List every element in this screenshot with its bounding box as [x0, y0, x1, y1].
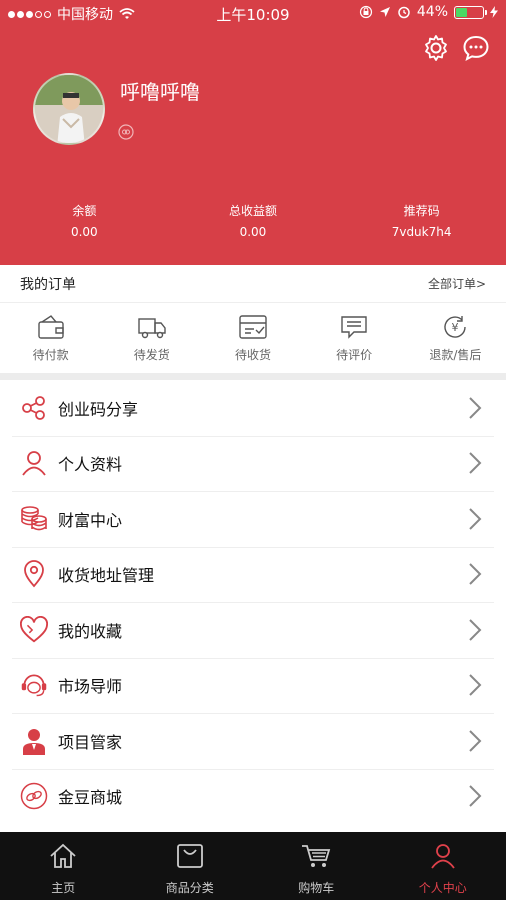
- chevron-right-icon: [469, 730, 482, 752]
- battery-icon: [454, 5, 487, 19]
- chevron-right-icon: [469, 563, 482, 585]
- location-arrow-icon: [379, 7, 390, 17]
- chevron-right-icon: [469, 619, 482, 641]
- stat-total-income[interactable]: 总收益额 0.00: [169, 202, 338, 239]
- status-bar: 中国移动 上午10:09 44%: [0, 0, 506, 26]
- stat-label: 总收益额: [228, 204, 277, 218]
- svg-text:¥: ¥: [452, 321, 459, 334]
- settings-gear-icon[interactable]: [422, 34, 450, 62]
- menu-item-label: 市场导师: [58, 677, 123, 697]
- orders-section: 我的订单 全部订单> 待付款 待发货 待收货 待评价 ¥ 退款/售后: [0, 265, 506, 373]
- all-orders-link[interactable]: 全部订单>: [428, 275, 486, 292]
- menu-item-favorites[interactable]: 我的收藏: [0, 602, 506, 658]
- order-item-label: 待发货: [133, 347, 170, 362]
- order-refund[interactable]: ¥ 退款/售后: [405, 303, 506, 373]
- chevron-right-icon: [469, 508, 482, 530]
- member-badge-icon: [118, 124, 134, 140]
- beans-icon: [20, 783, 48, 810]
- profile-header: 呼噜呼噜 余额 0.00 总收益额 0.00 推荐码 7vduk7h4: [0, 26, 506, 265]
- stat-value: 0.00: [239, 225, 267, 239]
- order-item-label: 退款/售后: [429, 347, 482, 362]
- stats-row: 余额 0.00 总收益额 0.00 推荐码 7vduk7h4: [0, 202, 506, 239]
- user-icon: [22, 451, 46, 476]
- status-icons: 44%: [359, 4, 498, 20]
- comment-icon: [341, 315, 367, 339]
- refund-icon: ¥: [444, 315, 467, 338]
- home-icon: [50, 843, 76, 868]
- username: 呼噜呼噜: [120, 80, 200, 104]
- tab-categories[interactable]: 商品分类: [127, 832, 254, 900]
- inbox-icon: [239, 314, 267, 339]
- order-pending-payment[interactable]: 待付款: [0, 303, 101, 373]
- stat-value: 0.00: [70, 225, 98, 239]
- wallet-icon: [37, 314, 64, 339]
- menu-item-label: 金豆商城: [58, 788, 123, 808]
- tab-cart[interactable]: 购物车: [253, 832, 380, 900]
- menu-list: 创业码分享 个人资料 财富中心 收货地址管理 我的收藏 市场导师 项目管家 金豆…: [0, 380, 506, 832]
- menu-item-label: 创业码分享: [58, 399, 139, 419]
- order-pending-review[interactable]: 待评价: [304, 303, 405, 373]
- menu-item-label: 项目管家: [58, 732, 123, 752]
- stat-label: 推荐码: [403, 204, 440, 218]
- headset-icon: [21, 674, 47, 697]
- chevron-right-icon: [469, 397, 482, 419]
- order-item-label: 待评价: [336, 347, 373, 362]
- menu-item-address[interactable]: 收货地址管理: [0, 546, 506, 603]
- stat-referral-code[interactable]: 推荐码 7vduk7h4: [337, 202, 506, 239]
- location-icon: [24, 560, 44, 588]
- stat-balance[interactable]: 余额 0.00: [0, 202, 169, 239]
- chevron-right-icon: [469, 674, 482, 696]
- menu-item-share[interactable]: 创业码分享: [0, 380, 506, 436]
- menu-item-label: 个人资料: [58, 455, 123, 475]
- menu-item-project-manager[interactable]: 项目管家: [0, 713, 506, 769]
- order-pending-shipment[interactable]: 待发货: [101, 303, 202, 373]
- stat-label: 余额: [72, 204, 97, 218]
- tab-label: 购物车: [298, 881, 335, 895]
- charging-icon: [490, 6, 498, 18]
- battery-percent: 44%: [416, 4, 448, 20]
- avatar[interactable]: [33, 73, 105, 145]
- manager-icon: [23, 728, 45, 755]
- cart-icon: [302, 845, 331, 867]
- menu-item-gold-beans-mall[interactable]: 金豆商城: [0, 768, 506, 825]
- alarm-icon: [398, 6, 410, 19]
- stat-value: 7vduk7h4: [391, 225, 452, 239]
- tab-label: 主页: [51, 881, 76, 895]
- menu-item-wealth[interactable]: 财富中心: [0, 491, 506, 547]
- orientation-lock-icon: [359, 5, 372, 19]
- chevron-right-icon: [469, 452, 482, 474]
- heart-icon: [20, 615, 48, 643]
- order-item-label: 待收货: [234, 347, 271, 362]
- orders-header: 我的订单 全部订单>: [0, 265, 506, 303]
- order-pending-receipt[interactable]: 待收货: [202, 303, 303, 373]
- order-item-label: 待付款: [32, 347, 69, 362]
- person-icon: [431, 844, 455, 869]
- share-icon: [22, 395, 45, 420]
- message-icon[interactable]: [462, 34, 490, 62]
- menu-item-label: 收货地址管理: [58, 566, 155, 586]
- tab-home[interactable]: 主页: [0, 832, 127, 900]
- tab-label: 商品分类: [165, 881, 214, 895]
- bottom-tab-bar: 主页 商品分类 购物车 个人中心: [0, 832, 506, 900]
- bag-icon: [176, 844, 203, 868]
- tab-personal-center[interactable]: 个人中心: [380, 832, 506, 900]
- menu-item-label: 财富中心: [58, 510, 123, 530]
- menu-item-label: 我的收藏: [58, 621, 123, 641]
- menu-item-profile[interactable]: 个人资料: [0, 435, 506, 492]
- truck-icon: [138, 317, 166, 338]
- menu-item-mentor[interactable]: 市场导师: [0, 657, 506, 714]
- coins-icon: [21, 505, 47, 531]
- chevron-right-icon: [469, 785, 482, 807]
- orders-title: 我的订单: [20, 276, 76, 293]
- tab-label: 个人中心: [418, 881, 467, 895]
